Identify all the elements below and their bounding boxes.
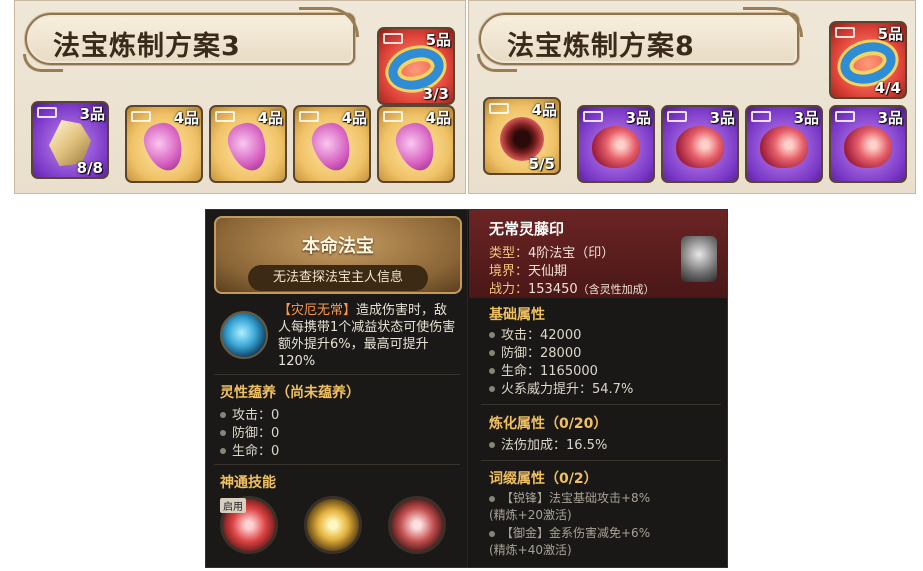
treasure-detail-panel: 无常灵藤印 类型：4阶法宝（印） 境界：天仙期 战力：153450（含灵性加成）… xyxy=(469,210,727,567)
base-attr-defense: 防御：28000 xyxy=(489,342,581,361)
spirit-attr-hp: 生命：0 xyxy=(220,440,279,459)
material-slot[interactable]: 4品 xyxy=(125,105,203,183)
enabled-badge: 启用 xyxy=(220,498,246,513)
recipe-banner: 法宝炼制方案8 xyxy=(477,7,803,72)
refine-attr-title: 炼化属性（0/20） xyxy=(489,416,608,432)
item-grade: 4品 xyxy=(531,101,557,119)
base-attr-hp: 生命：1165000 xyxy=(489,360,598,379)
recipe-title: 法宝炼制方案8 xyxy=(507,31,695,62)
skill-icon-3[interactable] xyxy=(388,496,446,554)
item-count: 4/4 xyxy=(874,79,901,97)
skills-section-title: 神通技能 xyxy=(220,475,276,491)
shell-icon xyxy=(592,125,640,168)
item-grade: 4品 xyxy=(257,109,283,127)
treasure-name: 无常灵藤印 xyxy=(489,220,565,238)
base-attr-title: 基础属性 xyxy=(489,307,545,323)
item-grade: 3品 xyxy=(625,109,651,127)
item-grade: 5品 xyxy=(877,25,903,43)
natal-treasure-panel: 本命法宝 无法查探法宝主人信息 【灾厄无常】造成伤害时，敌人每携带1个减益状态可… xyxy=(206,210,468,567)
item-grade: 3品 xyxy=(877,109,903,127)
material-slot[interactable]: 4品 5/5 xyxy=(483,97,561,175)
spirit-attr-attack: 攻击：0 xyxy=(220,404,279,423)
spirit-section-title: 灵性蕴养（尚未蕴养） xyxy=(220,385,360,401)
skill-name: 【灾厄无常】 xyxy=(278,303,357,318)
skill-orb-icon xyxy=(220,311,268,359)
material-slot[interactable]: 3品 xyxy=(745,105,823,183)
base-attr-fire: 火系威力提升：54.7% xyxy=(489,378,633,397)
item-grade: 3品 xyxy=(79,105,105,123)
recipe-panel-1: 法宝炼制方案3 5品 3/3 3品 8/8 4品 4品 4品 4品 xyxy=(14,0,466,194)
recipe-title: 法宝炼制方案3 xyxy=(53,31,241,62)
item-grade: 4品 xyxy=(425,109,451,127)
base-attr-attack: 攻击：42000 xyxy=(489,324,581,343)
item-count: 3/3 xyxy=(422,85,449,103)
affix-attr-title: 词缀属性（0/2） xyxy=(489,471,598,487)
item-grade: 4品 xyxy=(173,109,199,127)
item-count: 5/5 xyxy=(528,155,555,173)
natal-treasure-title: 本命法宝 xyxy=(302,236,374,257)
shell-icon xyxy=(760,125,808,168)
treasure-power: 战力：153450（含灵性加成） xyxy=(489,282,655,297)
item-grade: 5品 xyxy=(425,31,451,49)
treasure-realm: 境界：天仙期 xyxy=(489,264,568,279)
treasure-type: 类型：4阶法宝（印） xyxy=(489,246,615,261)
treasure-thumbnail-icon xyxy=(681,236,717,282)
main-item-slot[interactable]: 5品 3/3 xyxy=(377,27,455,105)
affix-1: 【锐锋】法宝基础攻击+8% (精炼+20激活) xyxy=(489,491,651,522)
item-count: 8/8 xyxy=(76,159,103,177)
recipe-banner: 法宝炼制方案3 xyxy=(23,7,359,72)
skill-icon-2[interactable] xyxy=(304,496,362,554)
material-slot[interactable]: 3品 xyxy=(661,105,739,183)
affix-2: 【御金】金系伤害减免+6% (精炼+40激活) xyxy=(489,526,651,557)
material-slot[interactable]: 4品 xyxy=(293,105,371,183)
material-slot[interactable]: 4品 xyxy=(209,105,287,183)
spirit-attr-defense: 防御：0 xyxy=(220,422,279,441)
main-item-slot[interactable]: 5品 4/4 xyxy=(829,21,907,99)
skill-description: 【灾厄无常】造成伤害时，敌人每携带1个减益状态可使伤害额外提升6%，最高可提升1… xyxy=(278,302,460,370)
item-grade: 3品 xyxy=(709,109,735,127)
shell-icon xyxy=(844,125,892,168)
shell-icon xyxy=(676,125,724,168)
owner-info-note: 无法查探法宝主人信息 xyxy=(248,265,428,291)
material-slot[interactable]: 3品 8/8 xyxy=(31,101,109,179)
natal-treasure-header: 本命法宝 无法查探法宝主人信息 xyxy=(214,216,462,294)
material-slot[interactable]: 3品 xyxy=(829,105,907,183)
item-grade: 4品 xyxy=(341,109,367,127)
refine-attr-magic: 法伤加成：16.5% xyxy=(489,434,607,453)
treasure-header: 无常灵藤印 类型：4阶法宝（印） 境界：天仙期 战力：153450（含灵性加成） xyxy=(469,210,727,298)
recipe-panel-2: 法宝炼制方案8 5品 4/4 4品 5/5 3品 3品 3品 3品 xyxy=(468,0,916,194)
material-slot[interactable]: 3品 xyxy=(577,105,655,183)
treasure-tooltip: 本命法宝 无法查探法宝主人信息 【灾厄无常】造成伤害时，敌人每携带1个减益状态可… xyxy=(205,209,728,568)
material-slot[interactable]: 4品 xyxy=(377,105,455,183)
item-grade: 3品 xyxy=(793,109,819,127)
